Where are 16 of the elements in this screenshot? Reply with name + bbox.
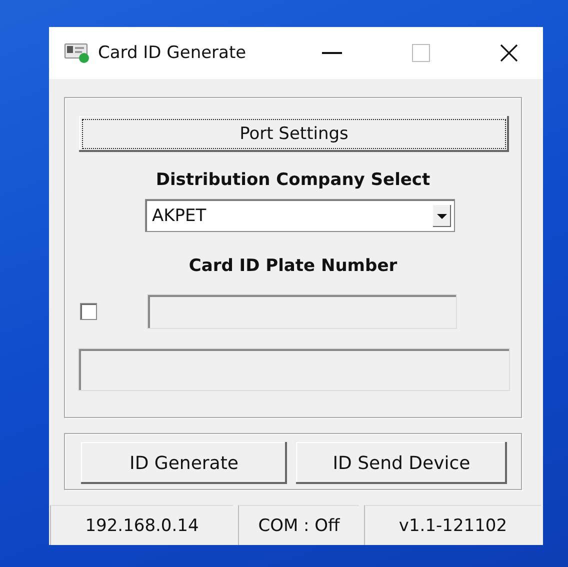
- action-button[interactable]: ID Generate: [80, 441, 288, 485]
- plate-number-field[interactable]: [147, 294, 457, 329]
- status-panel: COM : Off: [238, 505, 359, 545]
- company-dropdown[interactable]: AKPET: [145, 199, 455, 232]
- close-icon[interactable]: [500, 44, 518, 62]
- checkbox[interactable]: [80, 303, 97, 320]
- status-panel: 192.168.0.14: [50, 505, 233, 545]
- port-settings-button[interactable]: Port Settings: [78, 115, 510, 153]
- action-button[interactable]: ID Send Device: [295, 441, 508, 485]
- status-panel: v1.1-121102: [364, 505, 541, 545]
- maximize-icon[interactable]: [412, 44, 430, 62]
- plate-label: Card ID Plate Number: [188, 256, 398, 276]
- output-field[interactable]: [78, 348, 510, 391]
- id-card-icon: [64, 42, 90, 64]
- window-title: Card ID Generate: [98, 43, 246, 63]
- company-label: Distribution Company Select: [154, 170, 432, 190]
